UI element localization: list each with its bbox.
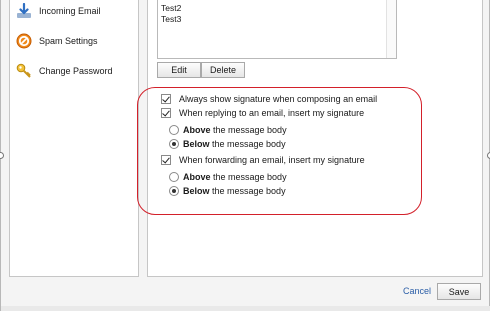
forward-below-radio[interactable]: [169, 186, 179, 196]
forward-signature-label: When forwarding an email, insert my sign…: [179, 155, 365, 165]
list-item[interactable]: Test3: [161, 14, 181, 24]
reply-below-option[interactable]: Below the message body: [169, 138, 286, 150]
reply-above-radio[interactable]: [169, 125, 179, 135]
sidebar-item-label: Spam Settings: [39, 36, 98, 46]
signature-list-scrollbar[interactable]: [386, 0, 396, 58]
sidebar-item-incoming-email[interactable]: Incoming Email: [16, 1, 136, 21]
save-button[interactable]: Save: [437, 283, 481, 300]
forward-above-radio[interactable]: [169, 172, 179, 182]
settings-sidebar: Incoming Email Spam Settings Change Pass…: [9, 0, 139, 277]
list-item[interactable]: Test2: [161, 3, 181, 13]
reply-below-radio[interactable]: [169, 139, 179, 149]
sidebar-item-spam-settings[interactable]: Spam Settings: [16, 31, 136, 51]
signature-settings-dialog: Incoming Email Spam Settings Change Pass…: [0, 0, 490, 311]
sidebar-item-label: Incoming Email: [39, 6, 101, 16]
forward-below-bold: Below: [183, 186, 210, 196]
delete-button[interactable]: Delete: [201, 62, 245, 78]
reply-below-bold: Below: [183, 139, 210, 149]
cancel-button[interactable]: Cancel: [403, 286, 431, 296]
download-arrow-icon: [16, 2, 32, 19]
forward-above-option[interactable]: Above the message body: [169, 171, 287, 183]
reply-signature-option[interactable]: When replying to an email, insert my sig…: [161, 107, 364, 119]
reply-above-option[interactable]: Above the message body: [169, 124, 287, 136]
forward-signature-option[interactable]: When forwarding an email, insert my sign…: [161, 154, 365, 166]
reply-below-text: the message body: [209, 139, 286, 149]
sidebar-item-change-password[interactable]: Change Password: [16, 61, 136, 81]
sidebar-item-label: Change Password: [39, 66, 113, 76]
reply-signature-label: When replying to an email, insert my sig…: [179, 108, 365, 118]
reply-above-text: the message body: [210, 125, 287, 135]
key-icon: [16, 63, 32, 79]
edit-button[interactable]: Edit: [157, 62, 201, 78]
reply-signature-checkbox[interactable]: [161, 108, 171, 118]
reply-above-bold: Above: [183, 125, 211, 135]
no-entry-icon: [16, 33, 32, 49]
always-show-signature-label: Always show signature when composing an …: [179, 94, 378, 104]
forward-below-option[interactable]: Below the message body: [169, 185, 286, 197]
signature-list[interactable]: Test2 Test3: [157, 0, 397, 59]
resize-handle-left[interactable]: [0, 152, 4, 159]
always-show-signature-checkbox[interactable]: [161, 94, 171, 104]
bottom-edge: [1, 306, 490, 311]
forward-above-text: the message body: [210, 172, 287, 182]
forward-below-text: the message body: [209, 186, 286, 196]
always-show-signature-option[interactable]: Always show signature when composing an …: [161, 93, 377, 105]
forward-signature-checkbox[interactable]: [161, 155, 171, 165]
forward-above-bold: Above: [183, 172, 211, 182]
